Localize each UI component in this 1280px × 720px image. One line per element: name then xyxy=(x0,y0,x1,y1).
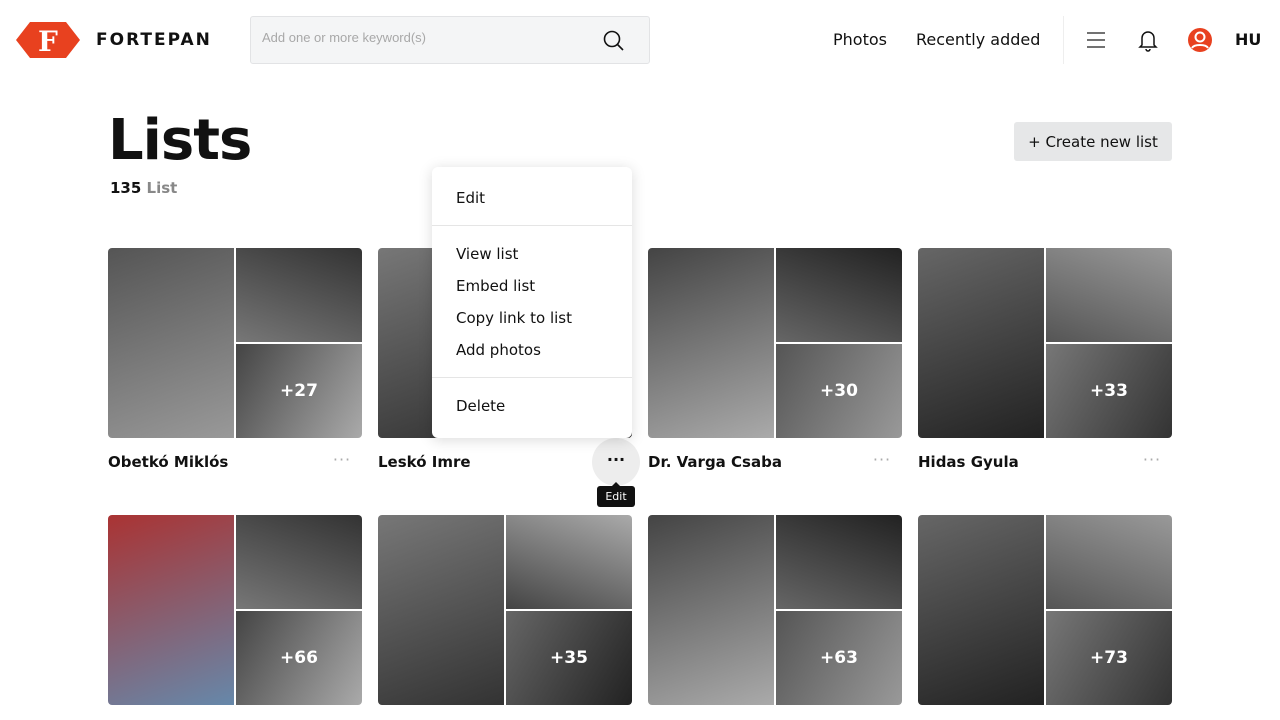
list-count: 135 List xyxy=(110,179,177,197)
brand-name: FORTEPAN xyxy=(96,30,212,50)
menu-item-add-photos[interactable]: Add photos xyxy=(456,341,541,359)
list-name[interactable]: Hidas Gyula xyxy=(918,453,1019,471)
more-photos-count: +63 xyxy=(776,611,902,705)
list-card[interactable]: +30 Dr. Varga Csaba ··· xyxy=(648,248,902,471)
menu-item-embed-list[interactable]: Embed list xyxy=(456,277,535,295)
count-number: 135 xyxy=(110,179,142,197)
thumbnail-photo xyxy=(378,515,504,705)
thumbnail-photo xyxy=(918,515,1044,705)
search-bar xyxy=(250,16,650,64)
list-card[interactable]: +66 xyxy=(108,515,362,705)
list-card[interactable]: +27 Obetkó Miklós ··· xyxy=(108,248,362,471)
fortepan-logo[interactable]: F xyxy=(16,20,80,60)
thumbnail-photo xyxy=(1046,515,1172,609)
bell-icon[interactable] xyxy=(1138,28,1158,52)
search-icon[interactable] xyxy=(603,30,625,52)
list-name[interactable]: Leskó Imre xyxy=(378,453,471,471)
list-name[interactable]: Dr. Varga Csaba xyxy=(648,453,782,471)
svg-text:F: F xyxy=(38,25,58,58)
list-card[interactable]: +35 xyxy=(378,515,632,705)
page-title: Lists xyxy=(108,108,252,173)
count-label: List xyxy=(146,179,178,197)
thumbnail-photo xyxy=(236,248,362,342)
list-thumbnails[interactable]: +33 xyxy=(918,248,1172,438)
more-photos-count: +35 xyxy=(506,611,632,705)
more-options-button-active[interactable]: ··· xyxy=(592,438,640,486)
thumbnail-photo xyxy=(108,248,234,438)
more-photos-count: +33 xyxy=(1046,344,1172,438)
list-thumbnails[interactable]: +30 xyxy=(648,248,902,438)
thumbnail-photo xyxy=(776,515,902,609)
list-thumbnails[interactable]: +27 xyxy=(108,248,362,438)
list-card[interactable]: +73 xyxy=(918,515,1172,705)
tooltip: Edit xyxy=(597,482,635,507)
thumbnail-photo xyxy=(648,248,774,438)
menu-item-copy-link[interactable]: Copy link to list xyxy=(456,309,572,327)
thumbnail-photo xyxy=(108,515,234,705)
create-new-list-button[interactable]: + Create new list xyxy=(1014,122,1172,161)
list-context-menu: Edit View list Embed list Copy link to l… xyxy=(432,167,632,438)
search-input[interactable] xyxy=(262,30,582,45)
menu-icon[interactable] xyxy=(1086,31,1106,49)
list-thumbnails[interactable]: +63 xyxy=(648,515,902,705)
thumbnail-photo xyxy=(648,515,774,705)
more-photos-count: +66 xyxy=(236,611,362,705)
menu-item-delete[interactable]: Delete xyxy=(456,397,505,415)
more-photos-count: +30 xyxy=(776,344,902,438)
thumbnail-photo xyxy=(1046,248,1172,342)
divider xyxy=(1063,16,1064,64)
list-thumbnails[interactable]: +66 xyxy=(108,515,362,705)
header: F FORTEPAN Photos Recently added HU xyxy=(0,0,1280,80)
more-photos-count: +73 xyxy=(1046,611,1172,705)
user-avatar-icon[interactable] xyxy=(1187,27,1213,53)
menu-divider xyxy=(432,225,632,226)
thumbnail-photo xyxy=(918,248,1044,438)
list-card[interactable]: +63 xyxy=(648,515,902,705)
more-options-button[interactable]: ··· xyxy=(1140,450,1164,469)
nav-recently-added[interactable]: Recently added xyxy=(916,30,1040,49)
menu-divider xyxy=(432,377,632,378)
thumbnail-photo xyxy=(776,248,902,342)
more-photos-count: +27 xyxy=(236,344,362,438)
list-name[interactable]: Obetkó Miklós xyxy=(108,453,228,471)
more-options-button[interactable]: ··· xyxy=(870,450,894,469)
language-switch[interactable]: HU xyxy=(1235,30,1261,49)
thumbnail-photo xyxy=(236,515,362,609)
more-options-button[interactable]: ··· xyxy=(330,450,354,469)
nav-photos[interactable]: Photos xyxy=(833,30,887,49)
menu-item-edit[interactable]: Edit xyxy=(456,189,485,207)
list-thumbnails[interactable]: +35 xyxy=(378,515,632,705)
thumbnail-photo xyxy=(506,515,632,609)
menu-item-view-list[interactable]: View list xyxy=(456,245,518,263)
list-card[interactable]: +33 Hidas Gyula ··· xyxy=(918,248,1172,471)
list-thumbnails[interactable]: +73 xyxy=(918,515,1172,705)
